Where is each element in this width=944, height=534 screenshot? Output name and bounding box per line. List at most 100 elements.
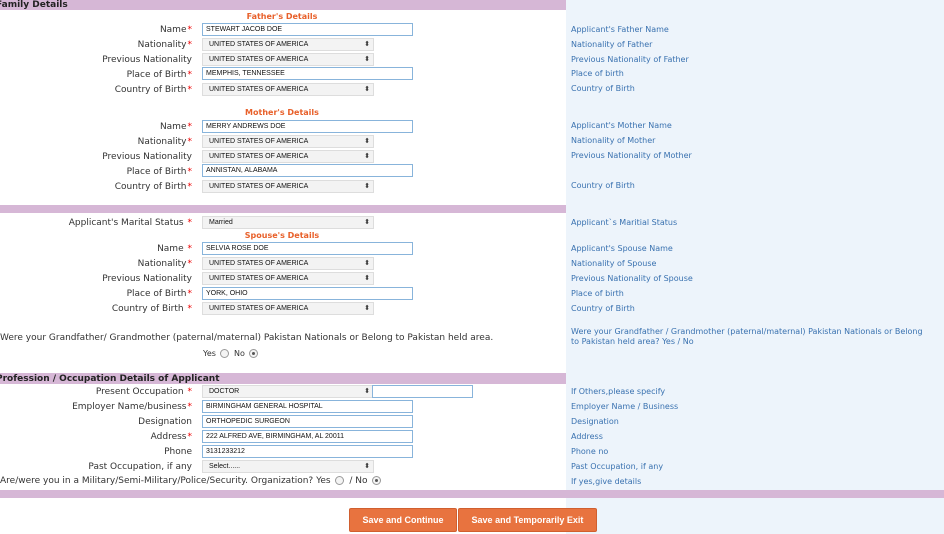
select-arrow-icon: ⬍ [364, 86, 370, 93]
marital-status-label: Applicant's Marital Status * [68, 218, 192, 228]
father-name-label: Name* [159, 25, 192, 35]
grandparent-yes-radio[interactable] [220, 349, 230, 358]
hint-occupation-other: If Others,please specify [571, 387, 666, 396]
hint-spouse-prev: Previous Nationality of Spouse [571, 274, 693, 283]
separator-band [0, 205, 566, 213]
father-pob-label: Place of Birth* [126, 70, 192, 80]
father-nationality-label: Nationality* [137, 40, 192, 50]
mother-nationality-label: Nationality* [137, 137, 192, 147]
hint-designation: Designation [571, 417, 619, 426]
mother-pob-input[interactable]: ANNISTAN, ALABAMA [202, 164, 413, 177]
hint-mother-cob: Country of Birth [571, 181, 635, 190]
mother-nationality-select[interactable]: UNITED STATES OF AMERICA ⬍ [202, 135, 374, 148]
family-section-title: Family Details [0, 0, 68, 10]
mother-heading: Mother's Details [245, 108, 319, 117]
phone-input[interactable]: 3131233212 [202, 445, 413, 458]
military-no-radio[interactable] [372, 476, 382, 485]
designation-input[interactable]: ORTHOPEDIC SURGEON [202, 415, 413, 428]
father-heading: Father's Details [246, 12, 318, 21]
spouse-name-label: Name * [157, 244, 192, 254]
occupation-other-input[interactable] [372, 385, 473, 398]
hint-father-pob: Place of birth [571, 69, 624, 78]
present-occupation-select[interactable]: DOCTOR ⬍ [202, 385, 374, 398]
father-prev-nationality-select[interactable]: UNITED STATES OF AMERICA ⬍ [202, 53, 374, 66]
past-occupation-label: Past Occupation, if any [88, 462, 192, 472]
mother-prev-nationality-label: Previous Nationality [102, 152, 192, 162]
save-exit-button[interactable]: Save and Temporarily Exit [458, 508, 597, 532]
bottom-band [0, 490, 944, 498]
spouse-cob-label: Country of Birth * [111, 304, 192, 314]
phone-label: Phone [164, 447, 192, 457]
father-name-input[interactable]: STEWART JACOB DOE [202, 23, 413, 36]
hint-father-name: Applicant's Father Name [571, 25, 669, 34]
hint-mother-name: Applicant's Mother Name [571, 121, 672, 130]
father-nationality-select[interactable]: UNITED STATES OF AMERICA ⬍ [202, 38, 374, 51]
military-question-row: Are/were you in a Military/Semi-Military… [0, 475, 383, 487]
hint-father-prev: Previous Nationality of Father [571, 55, 689, 64]
father-cob-select[interactable]: UNITED STATES OF AMERICA ⬍ [202, 83, 374, 96]
address-input[interactable]: 222 ALFRED AVE, BIRMINGHAM, AL 20011 [202, 430, 413, 443]
spouse-heading: Spouse's Details [244, 231, 320, 240]
hint-military: If yes,give details [571, 477, 642, 486]
hint-grandparent-2: to Pakistan held area? Yes / No [571, 337, 694, 346]
spouse-nationality-label: Nationality* [137, 259, 192, 269]
mother-name-label: Name* [159, 122, 192, 132]
grandparent-radio-group: Yes No [203, 348, 260, 360]
select-arrow-icon: ⬍ [364, 138, 370, 145]
military-no-label: / No [349, 476, 368, 486]
spouse-name-input[interactable]: SELVIA ROSE DOE [202, 242, 413, 255]
mother-name-input[interactable]: MERRY ANDREWS DOE [202, 120, 413, 133]
hint-spouse-cob: Country of Birth [571, 304, 635, 313]
military-question: Are/were you in a Military/Semi-Military… [0, 476, 331, 486]
spouse-prev-nationality-select[interactable]: UNITED STATES OF AMERICA ⬍ [202, 272, 374, 285]
employer-label: Employer Name/business* [72, 402, 192, 412]
past-occupation-select[interactable]: Select...... ⬍ [202, 460, 374, 473]
hint-employer: Employer Name / Business [571, 402, 679, 411]
grandparent-question: Were your Grandfather/ Grandmother (pate… [0, 333, 494, 343]
mother-cob-select[interactable]: UNITED STATES OF AMERICA ⬍ [202, 180, 374, 193]
hint-past-occupation: Past Occupation, if any [571, 462, 664, 471]
grandparent-no-label: No [234, 349, 245, 358]
family-section-band: Family Details [0, 0, 566, 10]
spouse-pob-input[interactable]: YORK, OHIO [202, 287, 413, 300]
hint-spouse-name: Applicant's Spouse Name [571, 244, 673, 253]
hint-phone: Phone no [571, 447, 609, 456]
select-arrow-icon: ⬍ [364, 183, 370, 190]
select-arrow-icon: ⬍ [364, 260, 370, 267]
hint-grandparent-1: Were your Grandfather / Grandmother (pat… [571, 327, 923, 336]
mother-cob-label: Country of Birth* [114, 182, 192, 192]
grandparent-no-radio[interactable] [249, 349, 259, 358]
profession-section-band: Profession / Occupation Details of Appli… [0, 373, 566, 384]
hint-address: Address [571, 432, 603, 441]
marital-status-select[interactable]: Married ⬍ [202, 216, 374, 229]
mother-prev-nationality-select[interactable]: UNITED STATES OF AMERICA ⬍ [202, 150, 374, 163]
select-arrow-icon: ⬍ [364, 463, 370, 470]
father-cob-label: Country of Birth* [114, 85, 192, 95]
address-label: Address* [150, 432, 192, 442]
military-yes-radio[interactable] [335, 476, 345, 485]
profession-section-title: Profession / Occupation Details of Appli… [0, 374, 220, 384]
hint-spouse-nationality: Nationality of Spouse [571, 259, 657, 268]
father-pob-input[interactable]: MEMPHIS, TENNESSEE [202, 67, 413, 80]
select-arrow-icon: ⬍ [364, 56, 370, 63]
select-arrow-icon: ⬍ [364, 153, 370, 160]
hint-spouse-pob: Place of birth [571, 289, 624, 298]
hint-marital: Applicant`s Maritial Status [571, 218, 678, 227]
father-prev-nationality-label: Previous Nationality [102, 55, 192, 65]
spouse-nationality-select[interactable]: UNITED STATES OF AMERICA ⬍ [202, 257, 374, 270]
select-arrow-icon: ⬍ [364, 41, 370, 48]
select-arrow-icon: ⬍ [364, 219, 370, 226]
hint-father-nationality: Nationality of Father [571, 40, 653, 49]
spouse-pob-label: Place of Birth* [126, 289, 192, 299]
hint-father-cob: Country of Birth [571, 84, 635, 93]
select-arrow-icon: ⬍ [364, 305, 370, 312]
hint-mother-prev: Previous Nationality of Mother [571, 151, 692, 160]
designation-label: Designation [138, 417, 192, 427]
select-arrow-icon: ⬍ [364, 275, 370, 282]
present-occupation-label: Present Occupation * [95, 387, 192, 397]
save-continue-button[interactable]: Save and Continue [349, 508, 457, 532]
spouse-prev-nationality-label: Previous Nationality [102, 274, 192, 284]
employer-input[interactable]: BIRMINGHAM GENERAL HOSPITAL [202, 400, 413, 413]
grandparent-yes-label: Yes [203, 349, 216, 358]
spouse-cob-select[interactable]: UNITED STATES OF AMERICA ⬍ [202, 302, 374, 315]
